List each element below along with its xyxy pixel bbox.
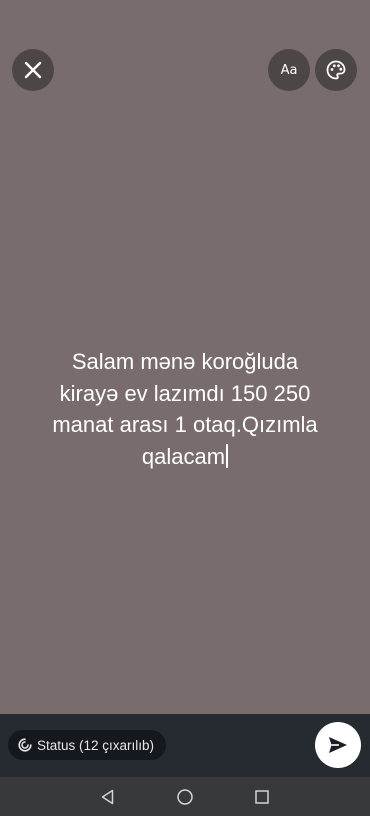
font-style-button[interactable]: Aa xyxy=(268,49,310,91)
back-triangle-icon xyxy=(101,789,114,805)
close-icon xyxy=(24,61,42,79)
status-text-line: qalacam xyxy=(141,443,226,469)
status-canvas[interactable]: Aa Salam mənə koroğluda kirayə ev lazımd… xyxy=(0,0,370,714)
send-button[interactable] xyxy=(315,722,361,768)
status-audience-button[interactable]: Status (12 çıxarılıb) xyxy=(8,730,167,760)
compose-bottom-bar: Status (12 çıxarılıb) xyxy=(0,714,370,777)
home-circle-icon xyxy=(177,789,193,805)
text-cursor xyxy=(226,443,229,468)
recents-button[interactable] xyxy=(251,786,273,808)
back-button[interactable] xyxy=(97,786,119,808)
status-text-input[interactable]: Salam mənə koroğluda kirayə ev lazımdı 1… xyxy=(20,346,350,472)
font-style-label: Aa xyxy=(280,62,298,78)
status-audience-label: Status (12 çıxarılıb) xyxy=(37,737,155,753)
background-color-button[interactable] xyxy=(315,49,357,91)
palette-icon xyxy=(326,60,346,80)
send-icon xyxy=(329,737,347,753)
status-ring-icon xyxy=(18,738,32,752)
system-navigation-bar xyxy=(0,777,370,816)
home-button[interactable] xyxy=(174,786,196,808)
status-text-line: Salam mənə koroğluda xyxy=(71,349,299,374)
status-text-line: manat arası 1 otaq.Qızımla xyxy=(52,412,318,437)
close-button[interactable] xyxy=(12,49,54,91)
status-text-line: kirayə ev lazımdı 150 250 xyxy=(59,380,311,406)
recents-square-icon xyxy=(255,790,269,804)
